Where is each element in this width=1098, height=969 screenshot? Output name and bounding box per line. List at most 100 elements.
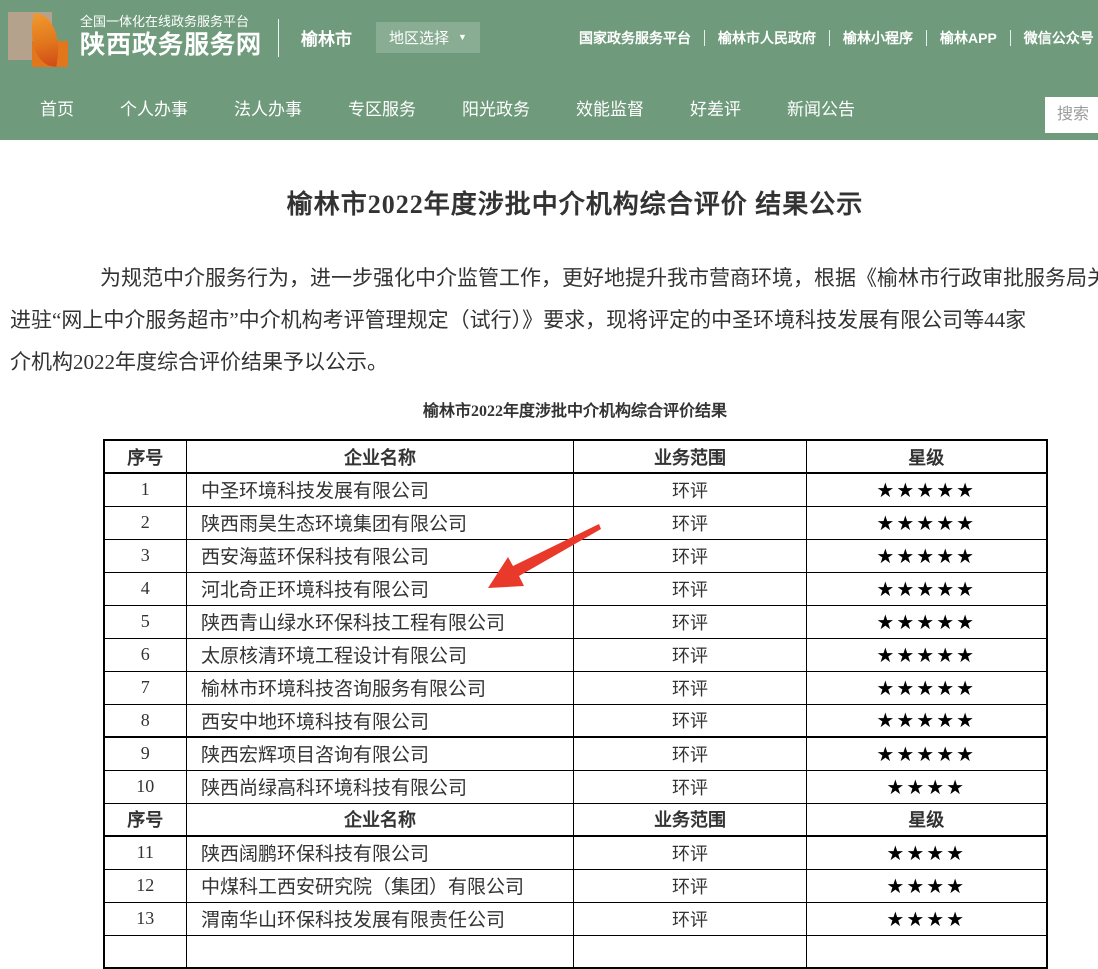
table-cell-no: 6 <box>104 638 187 671</box>
table-row: 11陕西阔鹏环保科技有限公司环评★★★★ <box>104 836 1047 869</box>
paragraph-line: 介机构2022年度综合评价结果予以公示。 <box>0 341 1098 383</box>
table-cell-no: 12 <box>104 869 187 902</box>
table-row: 12中煤科工西安研究院（集团）有限公司环评★★★★ <box>104 869 1047 902</box>
table-cell-scope: 环评 <box>574 869 807 902</box>
evaluation-table-body: 序号企业名称业务范围星级1中圣环境科技发展有限公司环评★★★★★2陕西雨昊生态环… <box>104 440 1047 968</box>
nav-item[interactable]: 首页 <box>40 95 74 120</box>
site-header: 全国一体化在线政务服务平台 陕西政务服务网 榆林市 地区选择 ▼ 国家政务服务平… <box>0 0 1098 75</box>
table-header-cell: 企业名称 <box>187 440 574 473</box>
current-city-label: 榆林市 <box>301 25 352 50</box>
table-row: 5陕西青山绿水环保科技工程有限公司环评★★★★★ <box>104 605 1047 638</box>
table-cell-stars: ★★★★★ <box>807 671 1047 704</box>
table-header-cell: 业务范围 <box>574 440 807 473</box>
table-header-row: 序号企业名称业务范围星级 <box>104 803 1047 836</box>
table-cell-scope: 环评 <box>574 902 807 935</box>
table-row: 6太原核清环境工程设计有限公司环评★★★★★ <box>104 638 1047 671</box>
table-header-cell: 星级 <box>807 440 1047 473</box>
paragraph-line: 为规范中介服务行为，进一步强化中介监管工作，更好地提升我市营商环境，根据《榆林市… <box>0 257 1098 299</box>
top-link[interactable]: 榆林小程序 <box>830 28 926 48</box>
nav-item[interactable]: 法人办事 <box>234 95 302 120</box>
table-cell-stars: ★★★★ <box>807 869 1047 902</box>
evaluation-table: 序号企业名称业务范围星级1中圣环境科技发展有限公司环评★★★★★2陕西雨昊生态环… <box>103 439 1048 969</box>
table-cell-no: 11 <box>104 836 187 869</box>
nav-item[interactable]: 效能监督 <box>576 95 644 120</box>
table-cell-stars: ★★★★★ <box>807 704 1047 737</box>
chevron-down-icon: ▼ <box>458 33 467 42</box>
table-cell-name: 太原核清环境工程设计有限公司 <box>187 638 574 671</box>
table-cell-scope: 环评 <box>574 704 807 737</box>
site-logo[interactable] <box>8 9 68 67</box>
brand-divider <box>278 19 279 57</box>
table-cell-scope: 环评 <box>574 506 807 539</box>
table-cell-scope: 环评 <box>574 572 807 605</box>
top-link[interactable]: 榆林市人民政府 <box>705 28 829 48</box>
table-cell-no: 3 <box>104 539 187 572</box>
table-cell-empty <box>104 935 187 968</box>
table-header-cell: 星级 <box>807 803 1047 836</box>
table-cell-no: 5 <box>104 605 187 638</box>
region-select-label: 地区选择 <box>389 27 449 48</box>
table-row: 1中圣环境科技发展有限公司环评★★★★★ <box>104 473 1047 506</box>
table-cell-stars: ★★★★ <box>807 836 1047 869</box>
page-title: 榆林市2022年度涉批中介机构综合评价 结果公示 <box>0 184 1098 221</box>
table-cell-stars: ★★★★ <box>807 770 1047 803</box>
table-cell-no: 13 <box>104 902 187 935</box>
table-cell-empty <box>574 935 807 968</box>
brand-site-name: 陕西政务服务网 <box>80 30 262 61</box>
table-header-cell: 企业名称 <box>187 803 574 836</box>
table-cell-name: 陕西宏辉项目咨询有限公司 <box>187 737 574 770</box>
table-cell-name: 中煤科工西安研究院（集团）有限公司 <box>187 869 574 902</box>
table-cell-scope: 环评 <box>574 539 807 572</box>
paragraph-line: 进驻“网上中介服务超市”中介机构考评管理规定（试行）》要求，现将评定的中圣环境科… <box>0 299 1098 341</box>
table-cell-scope: 环评 <box>574 638 807 671</box>
table-header-cell: 序号 <box>104 803 187 836</box>
region-select-button[interactable]: 地区选择 ▼ <box>376 22 480 53</box>
table-cell-name: 陕西雨昊生态环境集团有限公司 <box>187 506 574 539</box>
nav-item[interactable]: 好差评 <box>690 95 741 120</box>
table-row-partial <box>104 935 1047 968</box>
table-cell-scope: 环评 <box>574 473 807 506</box>
table-cell-stars: ★★★★★ <box>807 737 1047 770</box>
table-cell-name: 中圣环境科技发展有限公司 <box>187 473 574 506</box>
top-link[interactable]: 国家政务服务平台 <box>566 28 704 48</box>
table-row: 4河北奇正环境科技有限公司环评★★★★★ <box>104 572 1047 605</box>
table-cell-scope: 环评 <box>574 770 807 803</box>
nav-item[interactable]: 专区服务 <box>348 95 416 120</box>
table-cell-scope: 环评 <box>574 836 807 869</box>
top-links: 国家政务服务平台榆林市人民政府榆林小程序榆林APP微信公众号注册 <box>566 0 1098 75</box>
nav-item[interactable]: 阳光政务 <box>462 95 530 120</box>
table-cell-empty <box>807 935 1047 968</box>
nav-item[interactable]: 新闻公告 <box>787 95 855 120</box>
table-cell-name: 陕西青山绿水环保科技工程有限公司 <box>187 605 574 638</box>
table-cell-stars: ★★★★★ <box>807 506 1047 539</box>
table-header-cell: 序号 <box>104 440 187 473</box>
table-row: 8西安中地环境科技有限公司环评★★★★★ <box>104 704 1047 737</box>
table-cell-stars: ★★★★★ <box>807 539 1047 572</box>
table-row: 2陕西雨昊生态环境集团有限公司环评★★★★★ <box>104 506 1047 539</box>
nav-item[interactable]: 个人办事 <box>120 95 188 120</box>
top-link[interactable]: 微信公众号 <box>1011 28 1098 48</box>
table-cell-name: 河北奇正环境科技有限公司 <box>187 572 574 605</box>
table-cell-no: 7 <box>104 671 187 704</box>
table-row: 7榆林市环境科技咨询服务有限公司环评★★★★★ <box>104 671 1047 704</box>
table-cell-no: 9 <box>104 737 187 770</box>
brand-text: 全国一体化在线政务服务平台 陕西政务服务网 <box>80 14 262 62</box>
table-cell-stars: ★★★★★ <box>807 638 1047 671</box>
search-input[interactable] <box>1045 97 1098 133</box>
table-cell-no: 8 <box>104 704 187 737</box>
announcement-page: 榆林市2022年度涉批中介机构综合评价 结果公示 为规范中介服务行为，进一步强化… <box>0 184 1098 969</box>
table-header-row: 序号企业名称业务范围星级 <box>104 440 1047 473</box>
table-cell-name: 西安海蓝环保科技有限公司 <box>187 539 574 572</box>
table-caption: 榆林市2022年度涉批中介机构综合评价结果 <box>0 397 1098 421</box>
table-cell-name: 渭南华山环保科技发展有限责任公司 <box>187 902 574 935</box>
table-cell-stars: ★★★★★ <box>807 572 1047 605</box>
table-row: 9陕西宏辉项目咨询有限公司环评★★★★★ <box>104 737 1047 770</box>
table-cell-name: 陕西尚绿高科环境科技有限公司 <box>187 770 574 803</box>
table-cell-stars: ★★★★ <box>807 902 1047 935</box>
table-row: 10陕西尚绿高科环境科技有限公司环评★★★★ <box>104 770 1047 803</box>
top-link[interactable]: 榆林APP <box>927 28 1010 48</box>
table-cell-scope: 环评 <box>574 737 807 770</box>
table-cell-no: 2 <box>104 506 187 539</box>
table-cell-empty <box>187 935 574 968</box>
table-cell-no: 1 <box>104 473 187 506</box>
